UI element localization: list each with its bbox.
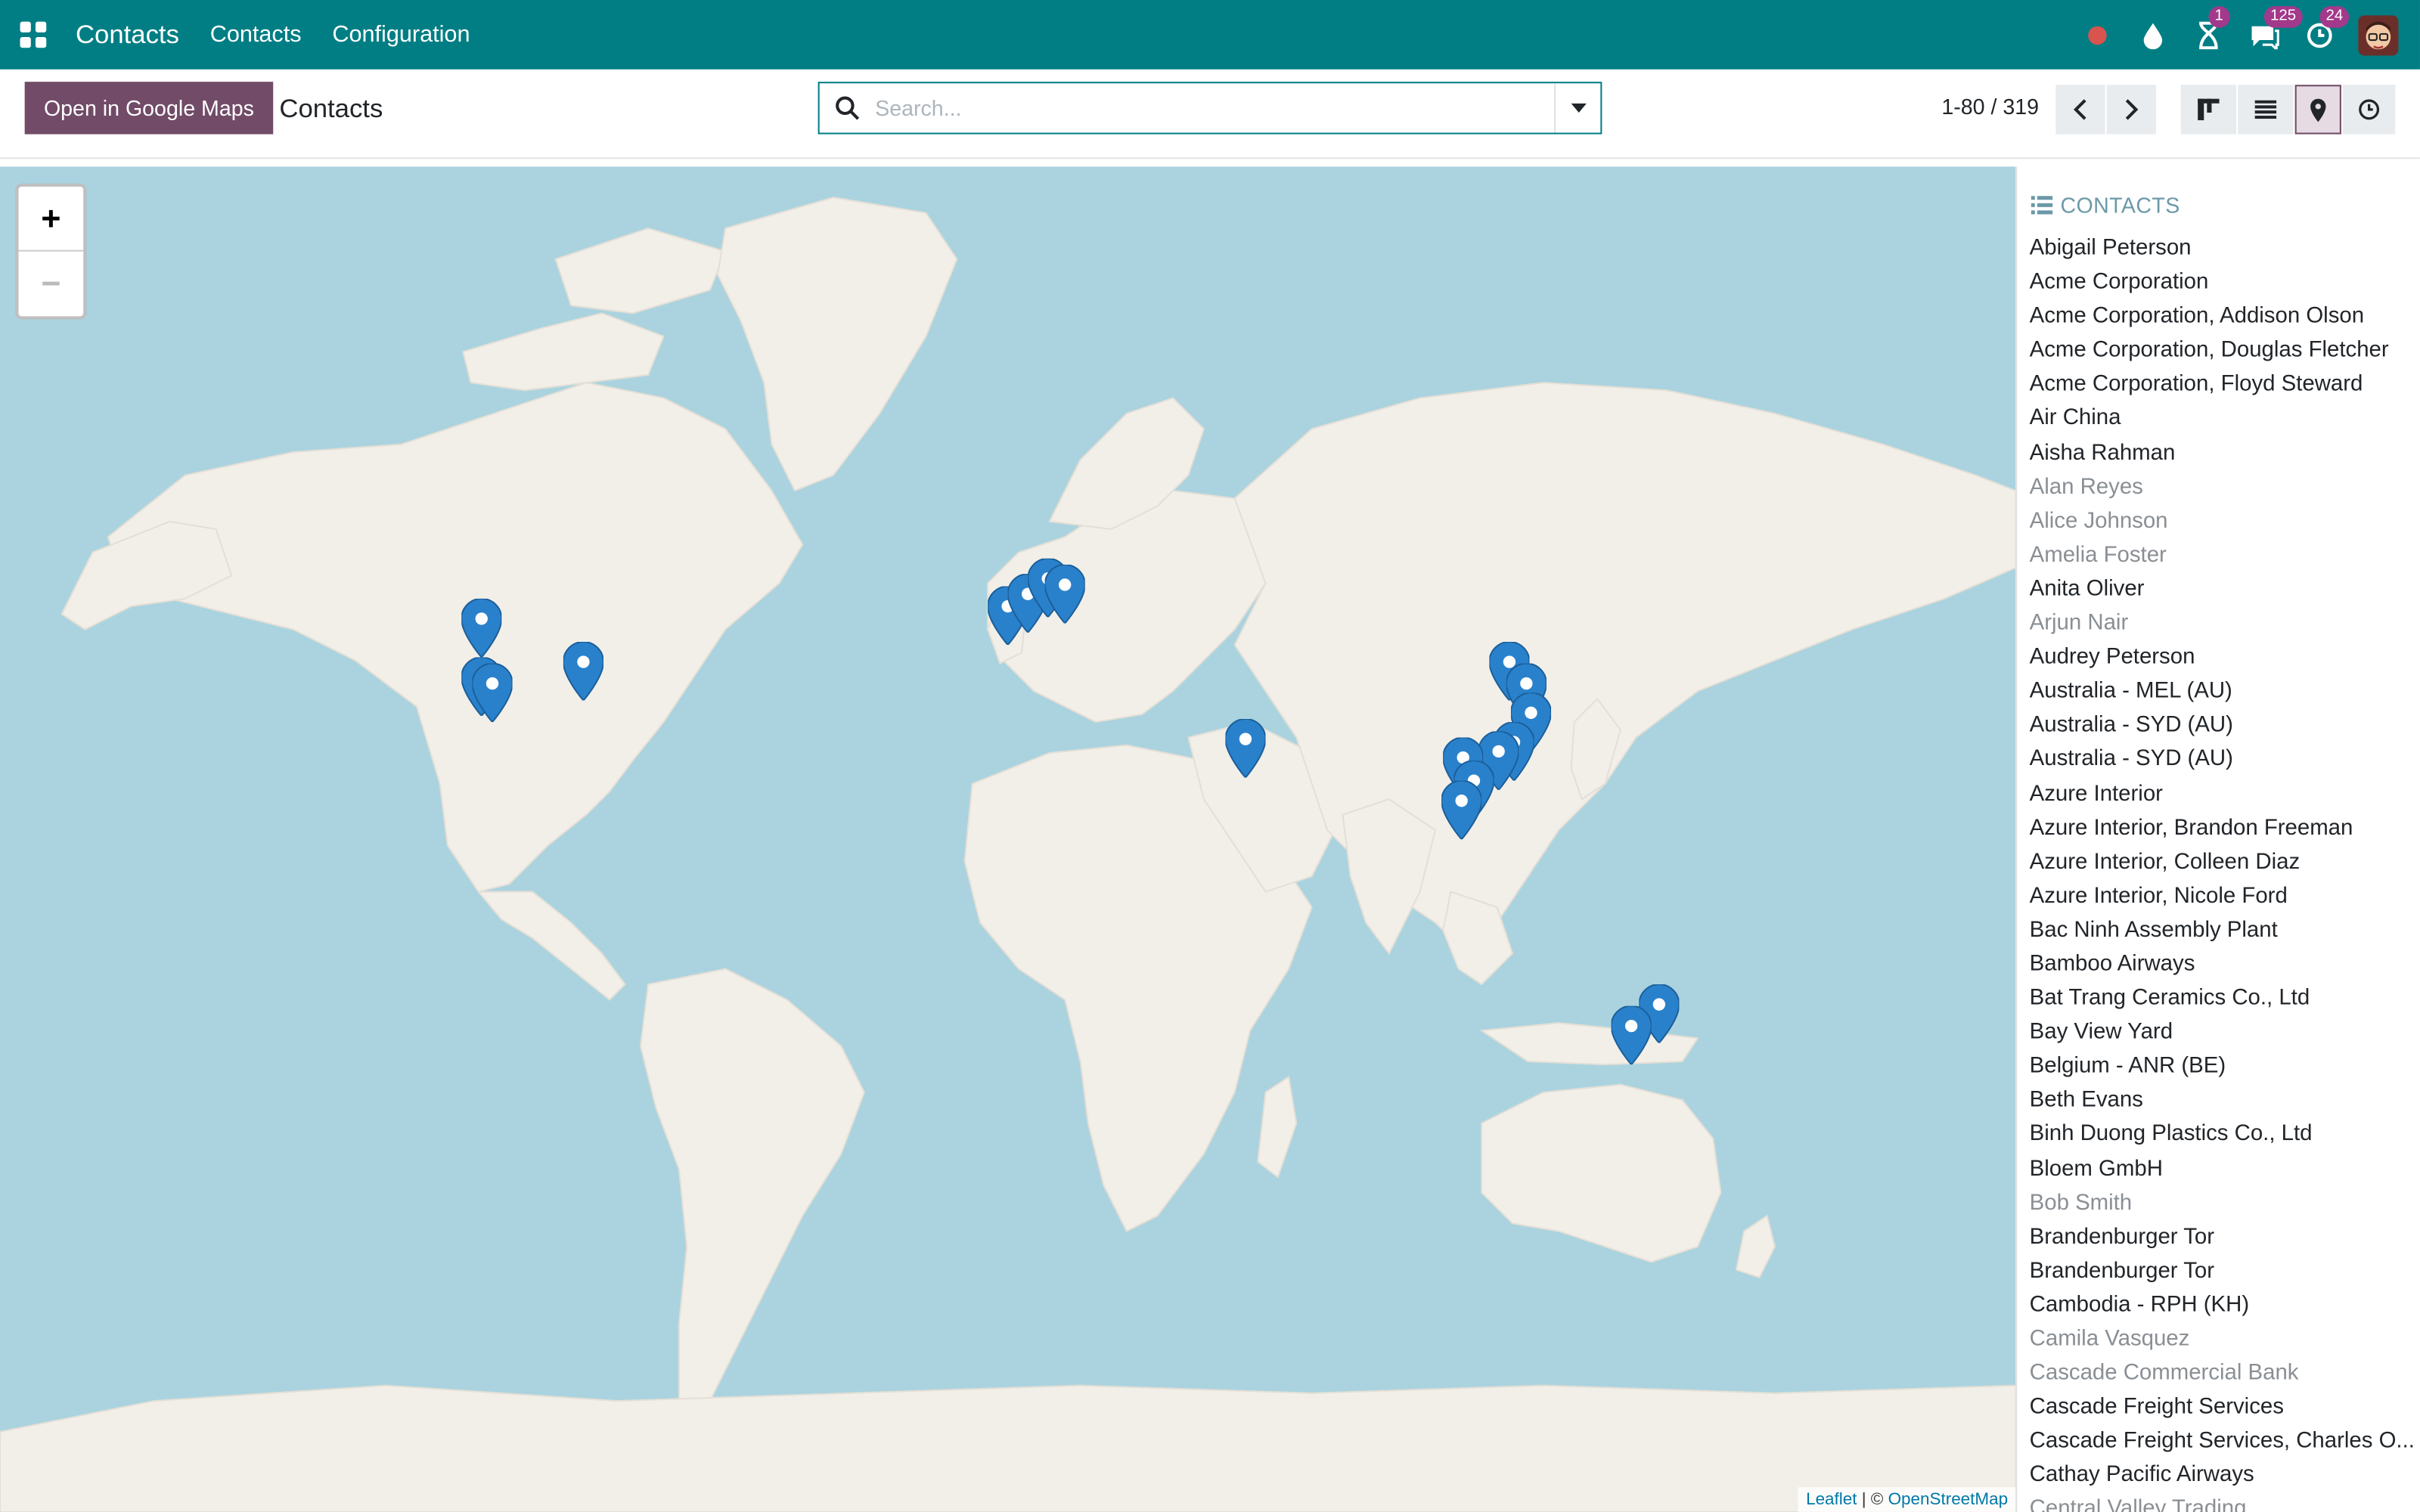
control-panel: Open in Google Maps Contacts 1-80 / 319 (0, 69, 2420, 160)
contact-list-item[interactable]: Azure Interior, Brandon Freeman (2017, 811, 2420, 845)
contact-list-item[interactable]: Bac Ninh Assembly Plant (2017, 913, 2420, 947)
map-attribution: Leaflet | © OpenStreetMap (1798, 1487, 2016, 1512)
recording-dot-icon[interactable] (2080, 17, 2114, 51)
open-google-maps-button[interactable]: Open in Google Maps (24, 82, 274, 135)
page: Contacts Contacts Configuration 1 125 24 (0, 0, 2420, 1512)
contact-list-item[interactable]: Acme Corporation, Douglas Fletcher (2017, 333, 2420, 367)
breadcrumb: Contacts (279, 94, 383, 124)
contact-list-item[interactable]: Bat Trang Ceramics Co., Ltd (2017, 981, 2420, 1015)
contact-list-item[interactable]: Bay View Yard (2017, 1015, 2420, 1049)
contact-list-item[interactable]: Australia - MEL (AU) (2017, 674, 2420, 708)
list-view-button[interactable] (2238, 85, 2294, 135)
zoom-out-button[interactable]: − (18, 252, 83, 317)
contact-list-item[interactable]: Alan Reyes (2017, 470, 2420, 504)
attribution-separator: | © (1857, 1490, 1888, 1509)
activity-view-button[interactable] (2342, 85, 2396, 135)
contact-list-item[interactable]: Bob Smith (2017, 1186, 2420, 1220)
map-marker[interactable] (472, 663, 513, 723)
app-name[interactable]: Contacts (76, 20, 179, 51)
contact-list-item[interactable]: Bloem GmbH (2017, 1152, 2420, 1186)
user-avatar[interactable] (2358, 14, 2399, 55)
map-marker[interactable] (1225, 719, 1266, 778)
clock-icon (2359, 99, 2380, 120)
chevron-right-icon (2125, 99, 2139, 120)
droplet-icon[interactable] (2136, 17, 2170, 51)
search-input[interactable] (875, 95, 1555, 121)
contact-list-item[interactable]: Brandenburger Tor (2017, 1220, 2420, 1254)
world-map (0, 197, 2016, 1512)
list-icon (2254, 100, 2277, 119)
leaflet-link[interactable]: Leaflet (1806, 1490, 1857, 1508)
activity-icon[interactable]: 1 (2192, 5, 2230, 51)
messages-badge: 125 (2263, 5, 2303, 27)
contact-list-item[interactable]: Air China (2017, 402, 2420, 436)
sidebar-title: CONTACTS (2060, 193, 2180, 218)
contact-list-item[interactable]: Australia - SYD (AU) (2017, 742, 2420, 776)
contacts-sidebar: CONTACTS Abigail Peterson Acme Corporatio… (2015, 166, 2420, 1512)
app-menu-icon[interactable] (20, 20, 48, 49)
kanban-icon (2198, 98, 2220, 121)
activity-badge: 1 (2208, 5, 2230, 27)
search-bar (818, 82, 1602, 135)
contact-list-item[interactable]: Bamboo Airways (2017, 947, 2420, 981)
contact-list-item[interactable]: Binh Duong Plastics Co., Ltd (2017, 1117, 2420, 1151)
pager-next-button[interactable] (2106, 85, 2156, 135)
contact-list-item[interactable]: Acme Corporation, Floyd Steward (2017, 367, 2420, 401)
messages-icon[interactable]: 125 (2247, 5, 2303, 51)
search-icon (820, 96, 875, 121)
map-pin-icon (2310, 98, 2326, 122)
contact-list-item[interactable]: Brandenburger Tor (2017, 1254, 2420, 1288)
clock-badge: 24 (2319, 5, 2350, 27)
zoom-in-button[interactable]: + (18, 187, 84, 252)
contact-list-item[interactable]: Belgium - ANR (BE) (2017, 1049, 2420, 1083)
contact-list-item[interactable]: Cathay Pacific Airways (2017, 1458, 2420, 1492)
clock-icon[interactable]: 24 (2303, 5, 2350, 51)
kanban-view-button[interactable] (2180, 85, 2237, 135)
contact-list-item[interactable]: Arjun Nair (2017, 606, 2420, 640)
pager-previous-button[interactable] (2055, 85, 2105, 135)
map-marker[interactable] (1611, 1005, 1652, 1065)
list-icon (2031, 196, 2053, 215)
contacts-list: Abigail Peterson Acme Corporation Acme Cor… (2017, 231, 2420, 1512)
contact-list-item[interactable]: Beth Evans (2017, 1083, 2420, 1117)
contact-list-item[interactable]: Australia - SYD (AU) (2017, 708, 2420, 742)
contact-list-item[interactable]: Audrey Peterson (2017, 640, 2420, 674)
contact-list-item[interactable]: Acme Corporation, Addison Olson (2017, 299, 2420, 333)
contact-list-item[interactable]: Central Valley Trading (2017, 1492, 2420, 1512)
contact-list-item[interactable]: Abigail Peterson (2017, 231, 2420, 265)
menu-configuration[interactable]: Configuration (332, 22, 470, 48)
contact-list-item[interactable]: Cambodia - RPH (KH) (2017, 1288, 2420, 1322)
caret-down-icon (1570, 103, 1586, 113)
map-view-button[interactable] (2294, 85, 2341, 135)
map-marker[interactable] (1441, 780, 1482, 840)
openstreetmap-link[interactable]: OpenStreetMap (1888, 1490, 2008, 1508)
contact-list-item[interactable]: Cascade Freight Services (2017, 1390, 2420, 1424)
map-marker[interactable] (563, 641, 603, 701)
map-marker[interactable] (461, 598, 502, 658)
contact-list-item[interactable]: Cascade Freight Services, Charles O... (2017, 1424, 2420, 1458)
zoom-control: + − (15, 183, 87, 320)
contact-list-item[interactable]: Azure Interior (2017, 777, 2420, 811)
contact-list-item[interactable]: Amelia Foster (2017, 538, 2420, 572)
contact-list-item[interactable]: Azure Interior, Nicole Ford (2017, 879, 2420, 913)
map-canvas[interactable]: + − Leaflet | © OpenStreetMap (0, 166, 2016, 1512)
pager-value[interactable]: 1-80 / 319 (1941, 94, 2039, 119)
contact-list-item[interactable]: Alice Johnson (2017, 504, 2420, 538)
contact-list-item[interactable]: Camila Vasquez (2017, 1322, 2420, 1356)
chevron-left-icon (2073, 99, 2086, 120)
sidebar-header: CONTACTS (2031, 193, 2420, 218)
contact-list-item[interactable]: Azure Interior, Colleen Diaz (2017, 845, 2420, 879)
contact-list-item[interactable]: Cascade Commercial Bank (2017, 1356, 2420, 1390)
contact-list-item[interactable]: Anita Oliver (2017, 572, 2420, 606)
top-navbar: Contacts Contacts Configuration 1 125 24 (0, 0, 2420, 70)
menu-contacts[interactable]: Contacts (210, 22, 302, 48)
search-options-toggle[interactable] (1554, 83, 1600, 133)
contact-list-item[interactable]: Acme Corporation (2017, 265, 2420, 299)
map-marker[interactable] (1044, 564, 1085, 624)
contact-list-item[interactable]: Aisha Rahman (2017, 436, 2420, 470)
